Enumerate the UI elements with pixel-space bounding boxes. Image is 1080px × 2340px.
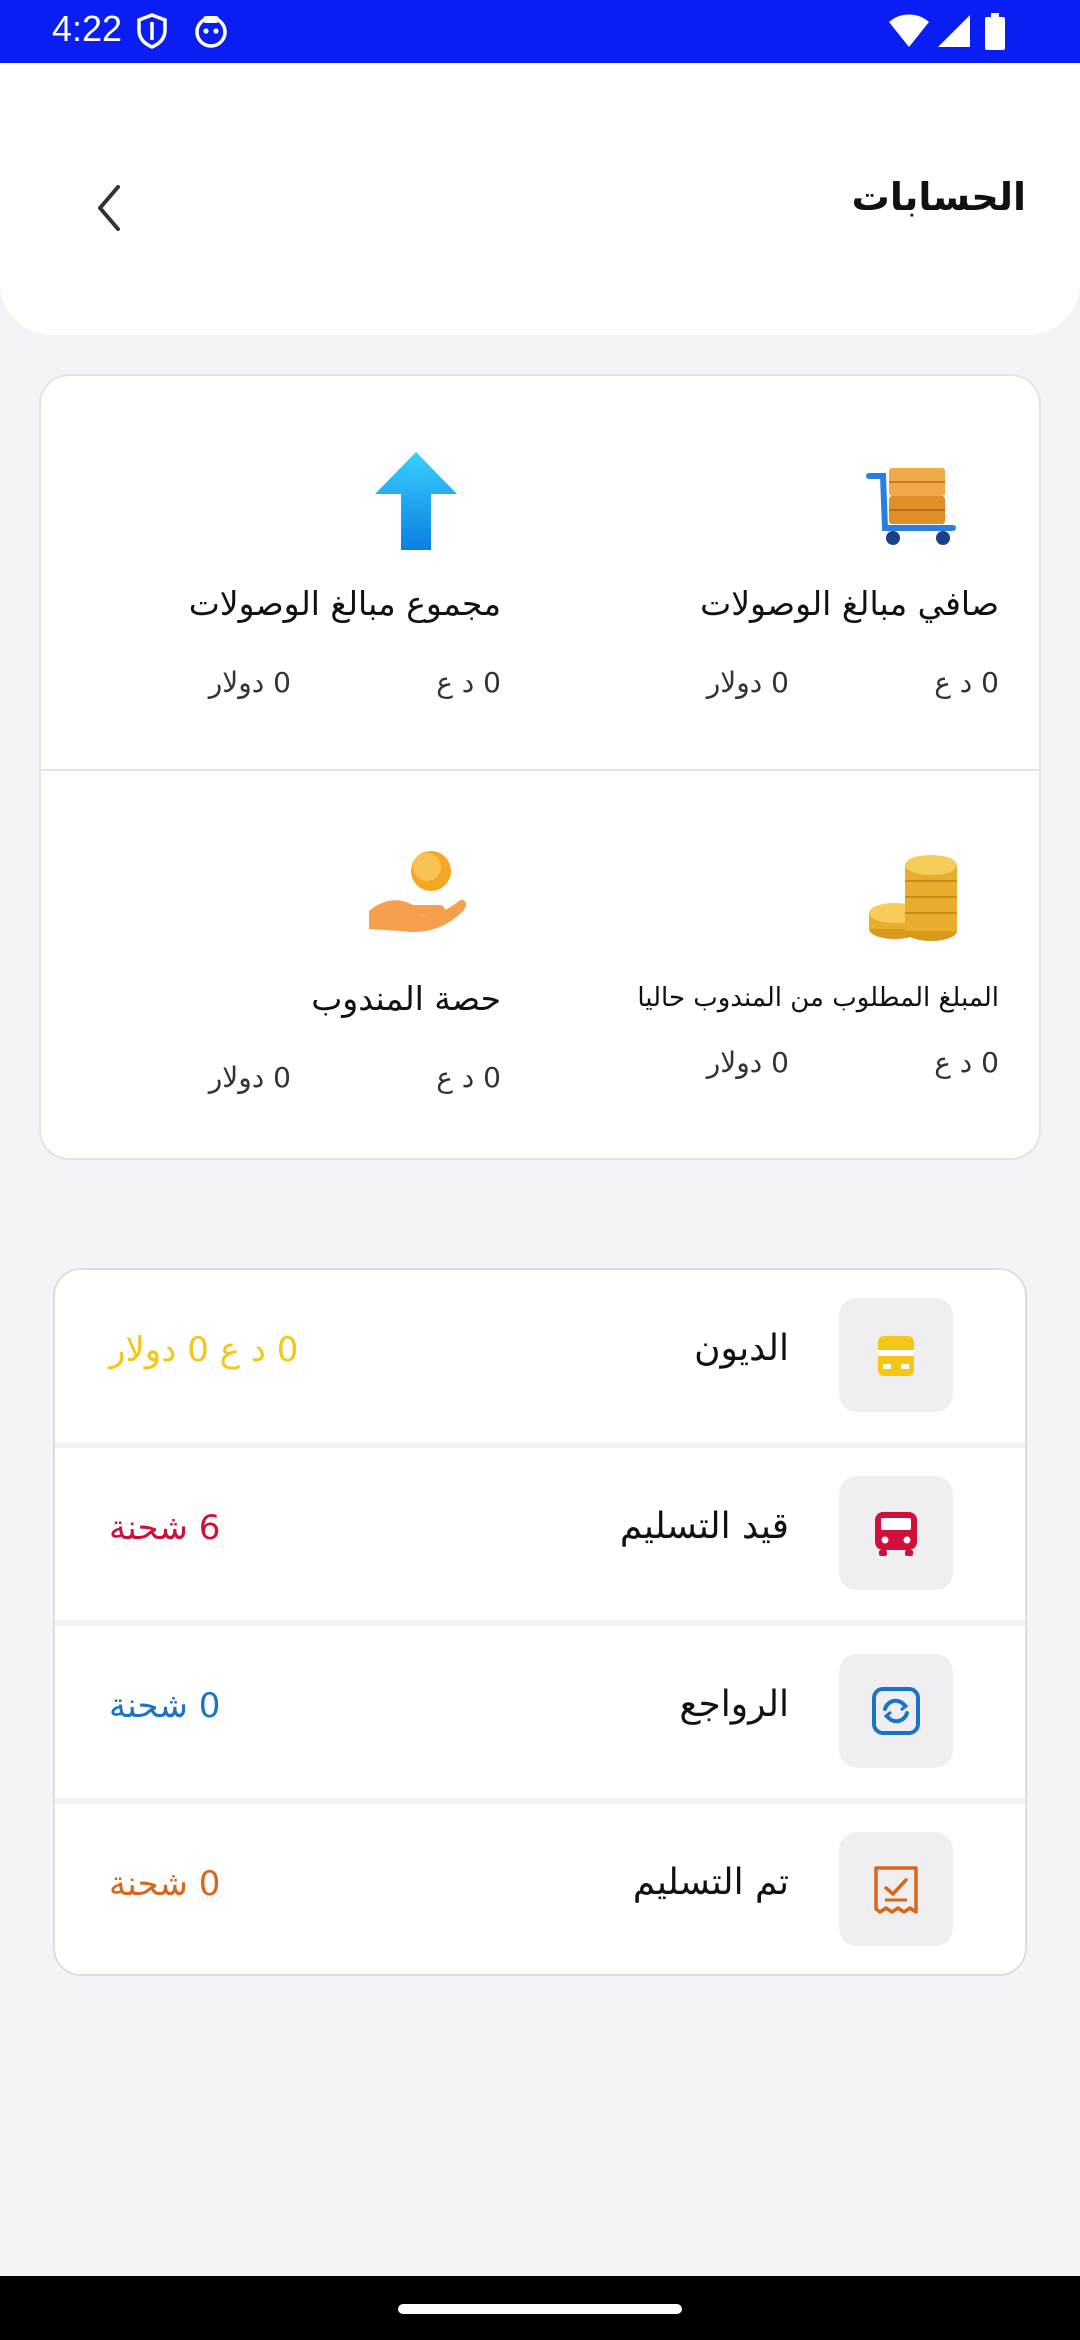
accounts-summary-card: صافي مبالغ الوصولات 0 د ع 0 دولار مجموع …	[39, 374, 1041, 1160]
summary-values: 0 د ع 0 دولار	[639, 666, 999, 706]
accounts-list: الديون 0 د ع 0 دولار قيد التسليم 6 شحنة	[53, 1268, 1027, 1976]
summary-usd-value: 0 دولار	[706, 1046, 789, 1079]
receipt-icon-box	[839, 1832, 953, 1946]
system-navigation-bar	[0, 2276, 1080, 2340]
status-time: 4:22	[52, 8, 123, 49]
debt-icon-box	[839, 1298, 953, 1412]
summary-values: 0 د ع 0 دولار	[141, 1061, 501, 1101]
home-gesture-handle[interactable]	[398, 2304, 682, 2314]
summary-label: حصة المندوب	[311, 979, 501, 1018]
list-item-in-delivery[interactable]: قيد التسليم 6 شحنة	[55, 1448, 1025, 1620]
list-item-value: 0 شحنة	[109, 1864, 221, 1904]
shield-icon	[137, 13, 167, 49]
list-item-label: الديون	[694, 1328, 789, 1369]
list-item-value: 6 شحنة	[109, 1508, 221, 1548]
list-item-label: قيد التسليم	[619, 1506, 789, 1547]
summary-values: 0 د ع 0 دولار	[639, 1046, 999, 1086]
debt-icon	[878, 1336, 914, 1376]
summary-cell-amount-due: المبلغ المطلوب من المندوب حاليا 0 د ع 0 …	[539, 771, 1039, 1161]
bus-icon-box	[839, 1476, 953, 1590]
chevron-left-icon[interactable]	[84, 173, 134, 243]
page-header: الحسابات	[0, 63, 1080, 335]
list-item-label: تم التسليم	[632, 1862, 789, 1903]
coins-stack-icon	[869, 855, 957, 941]
cart-boxes-icon	[866, 468, 956, 545]
receipt-check-icon	[874, 1866, 918, 1914]
list-item-value: 0 د ع 0 دولار	[109, 1330, 299, 1370]
summary-label: مجموع مبالغ الوصولات	[188, 584, 501, 623]
summary-iqd-value: 0 د ع	[934, 1046, 999, 1079]
summary-usd-value: 0 دولار	[208, 1061, 291, 1094]
up-arrow-icon	[375, 452, 457, 550]
list-item-label: الرواجع	[679, 1684, 789, 1725]
list-item-value: 0 شحنة	[109, 1686, 221, 1726]
list-item-returns[interactable]: الرواجع 0 شحنة	[55, 1626, 1025, 1798]
summary-usd-value: 0 دولار	[208, 666, 291, 699]
battery-icon	[985, 13, 1005, 50]
wifi-icon	[889, 14, 929, 47]
summary-usd-value: 0 دولار	[706, 666, 789, 699]
summary-values: 0 د ع 0 دولار	[141, 666, 501, 706]
list-item-debts[interactable]: الديون 0 د ع 0 دولار	[55, 1270, 1025, 1442]
summary-cell-total-receipts: مجموع مبالغ الوصولات 0 د ع 0 دولار	[41, 376, 541, 766]
summary-label: المبلغ المطلوب من المندوب حاليا	[637, 983, 999, 1013]
status-bar: 4:22	[0, 0, 1080, 63]
summary-cell-agent-share: حصة المندوب 0 د ع 0 دولار	[41, 771, 541, 1161]
summary-iqd-value: 0 د ع	[436, 666, 501, 699]
signal-icon	[938, 15, 970, 47]
hand-coin-icon	[369, 851, 466, 933]
bus-icon	[875, 1512, 917, 1556]
app-notification-icon	[195, 16, 227, 48]
page-title: الحسابات	[851, 175, 1026, 219]
summary-iqd-value: 0 د ع	[436, 1061, 501, 1094]
summary-cell-net-receipts: صافي مبالغ الوصولات 0 د ع 0 دولار	[539, 376, 1039, 766]
summary-label: صافي مبالغ الوصولات	[700, 584, 999, 623]
refresh-icon-box	[839, 1654, 953, 1768]
list-item-delivered[interactable]: تم التسليم 0 شحنة	[55, 1804, 1025, 1974]
summary-iqd-value: 0 د ع	[934, 666, 999, 699]
refresh-icon	[872, 1687, 920, 1735]
